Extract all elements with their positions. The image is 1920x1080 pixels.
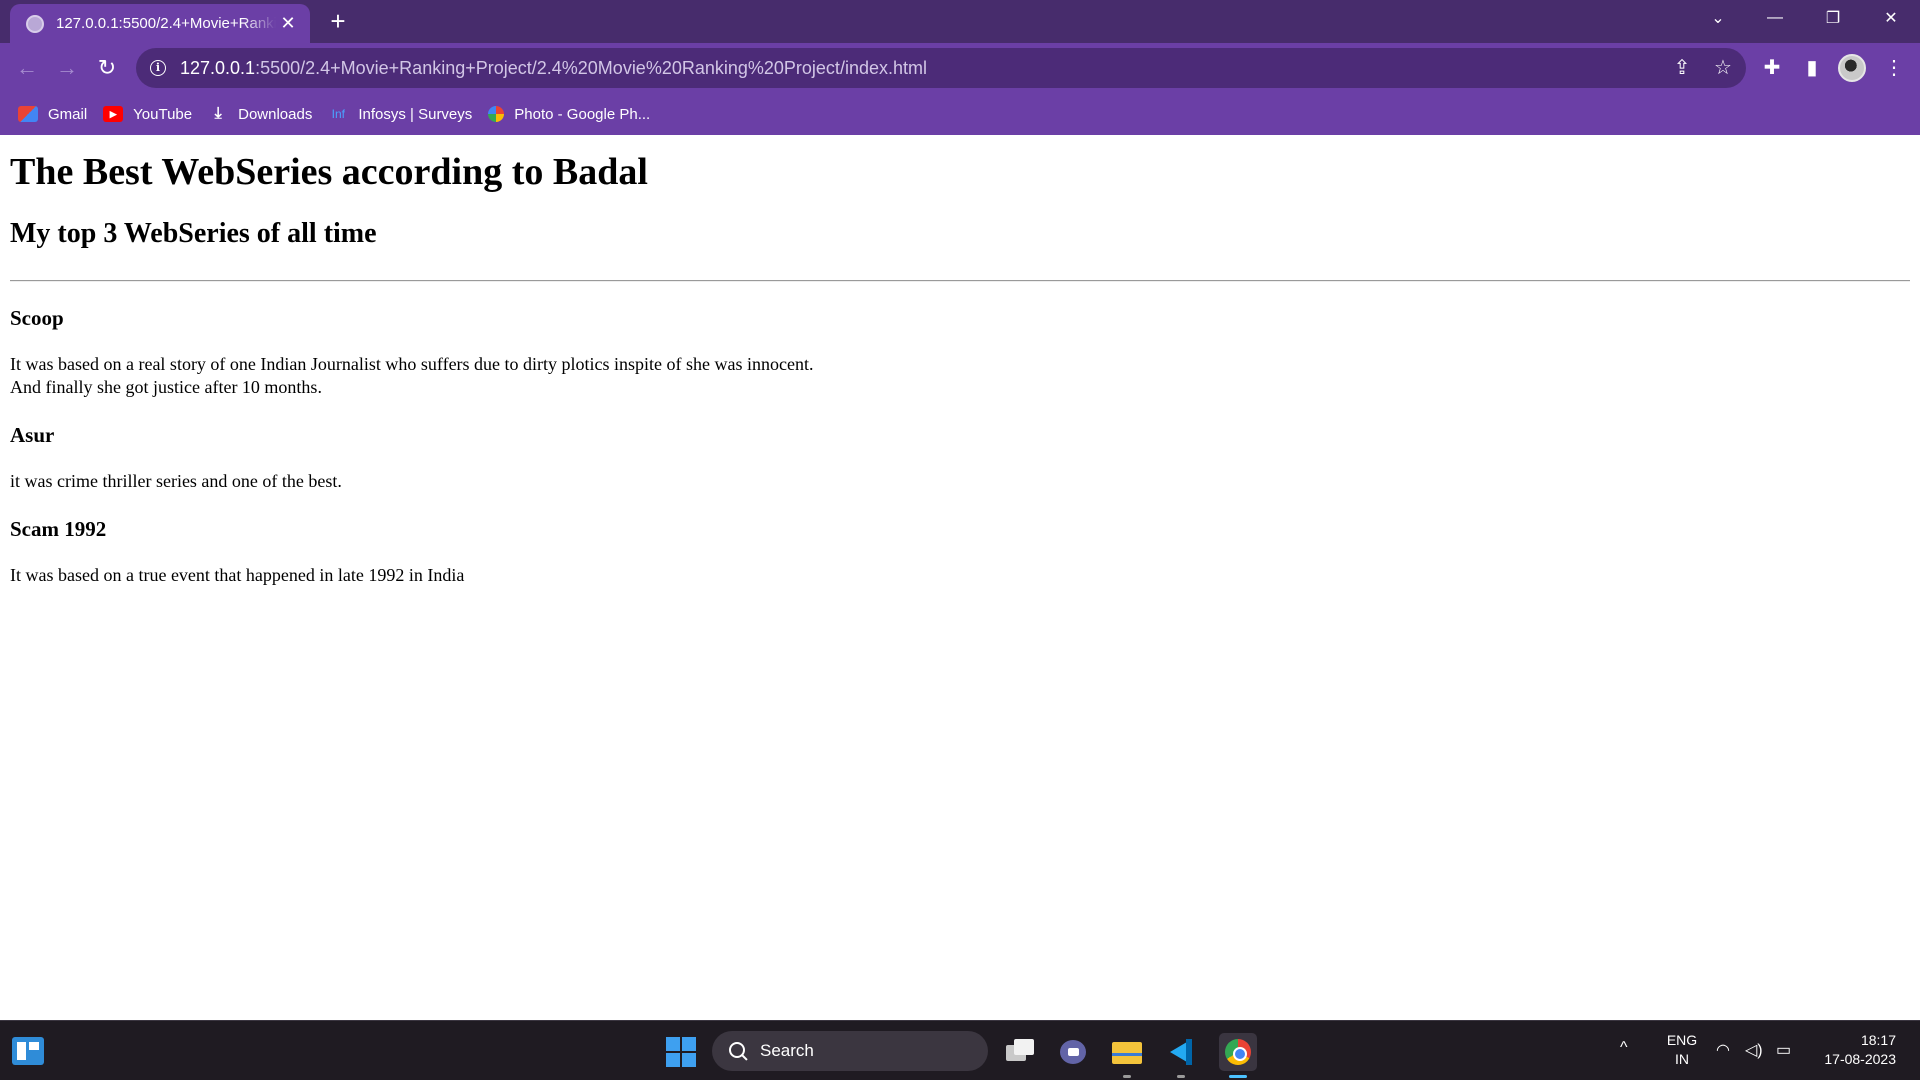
bookmark-google-photos[interactable]: Photo - Google Ph...: [488, 106, 650, 123]
widgets-icon[interactable]: [12, 1037, 44, 1065]
running-indicator: [1123, 1075, 1131, 1078]
profile-avatar[interactable]: [1838, 54, 1866, 82]
bookmark-label: Gmail: [48, 105, 88, 123]
address-bar[interactable]: i 127.0.0.1:5500/2.4+Movie+Ranking+Proje…: [136, 48, 1746, 88]
wifi-icon[interactable]: ◠: [1716, 1040, 1730, 1060]
bookmark-infosys-surveys[interactable]: Inf Infosys | Surveys: [328, 105, 473, 123]
reload-icon[interactable]: ↻: [92, 53, 122, 83]
series-title-scam-1992: Scam 1992: [10, 517, 107, 541]
volume-icon[interactable]: ◁): [1745, 1040, 1763, 1060]
bookmark-label: Photo - Google Ph...: [514, 105, 651, 123]
task-view-icon[interactable]: [1000, 1033, 1038, 1071]
tab-search-chevron-icon[interactable]: ⌄: [1690, 0, 1746, 36]
youtube-icon: ▶: [103, 106, 124, 122]
series-title-asur: Asur: [10, 423, 55, 447]
bookmark-downloads[interactable]: ⤓ Downloads: [208, 105, 313, 123]
bookmark-gmail[interactable]: Gmail: [18, 106, 87, 123]
windows-start-icon[interactable]: [666, 1037, 696, 1067]
description-line: It was based on a real story of one Indi…: [10, 354, 814, 374]
teams-chat-icon[interactable]: [1054, 1033, 1092, 1071]
url-host: 127.0.0.1: [180, 57, 256, 78]
series-description-scam-1992: It was based on a true event that happen…: [10, 564, 1910, 587]
bookmark-star-icon[interactable]: ☆: [1708, 53, 1738, 83]
browser-toolbar: ← → ↻ i 127.0.0.1:5500/2.4+Movie+Ranking…: [0, 43, 1920, 93]
page-subtitle: My top 3 WebSeries of all time: [10, 218, 377, 249]
side-panel-icon[interactable]: ▮: [1797, 53, 1827, 83]
taskbar: Search ^ ENG IN ◠ ◁) ▭ 18:17 17-08-2023: [0, 1020, 1920, 1080]
globe-icon: [26, 14, 44, 33]
series-description-asur: it was crime thriller series and one of …: [10, 470, 1910, 493]
file-explorer-icon[interactable]: [1108, 1033, 1146, 1071]
gmail-icon: [18, 106, 38, 122]
new-tab-button[interactable]: +: [322, 6, 354, 38]
bookmarks-bar: Gmail ▶ YouTube ⤓ Downloads Inf Infosys …: [0, 93, 1920, 135]
search-label: Search: [760, 1041, 814, 1060]
battery-icon[interactable]: ▭: [1776, 1040, 1791, 1060]
infosys-icon: Inf: [331, 107, 346, 121]
clock-time: 18:17: [1860, 1032, 1896, 1048]
menu-kebab-icon[interactable]: ⋮: [1879, 53, 1909, 83]
show-hidden-icons-chevron-icon[interactable]: ^: [1620, 1039, 1628, 1057]
horizontal-rule: [10, 280, 1910, 282]
forward-arrow-icon[interactable]: →: [52, 53, 82, 83]
active-indicator: [1229, 1075, 1247, 1078]
download-icon: ⤓: [214, 105, 222, 122]
description-line: it was crime thriller series and one of …: [10, 471, 342, 491]
bookmark-label: Infosys | Surveys: [358, 105, 473, 123]
search-icon: [728, 1041, 748, 1061]
page-title: The Best WebSeries according to Badal: [10, 151, 648, 193]
chrome-icon[interactable]: [1219, 1033, 1257, 1071]
input-language[interactable]: ENG IN: [1662, 1031, 1702, 1069]
site-info-icon[interactable]: i: [150, 60, 166, 76]
region-code: IN: [1675, 1051, 1689, 1067]
running-indicator: [1177, 1075, 1185, 1078]
minimize-button[interactable]: —: [1747, 0, 1803, 36]
close-tab-icon[interactable]: ✕: [276, 13, 300, 34]
clock-date: 17-08-2023: [1824, 1051, 1896, 1067]
url-text[interactable]: 127.0.0.1:5500/2.4+Movie+Ranking+Project…: [180, 58, 927, 79]
share-icon[interactable]: ⇪: [1667, 53, 1697, 83]
page-content: The Best WebSeries according to Badal My…: [0, 135, 1920, 1020]
google-photos-icon: [488, 106, 505, 122]
series-description-scoop: It was based on a real story of one Indi…: [10, 353, 1910, 399]
series-title-scoop: Scoop: [10, 306, 64, 330]
system-clock[interactable]: 18:17 17-08-2023: [1806, 1031, 1896, 1069]
bookmark-label: Downloads: [238, 105, 313, 123]
tab-title: 127.0.0.1:5500/2.4+Movie+Ranking+Project…: [56, 15, 276, 32]
bookmark-label: YouTube: [133, 105, 193, 123]
browser-tab-active[interactable]: 127.0.0.1:5500/2.4+Movie+Ranking+Project…: [10, 4, 310, 43]
close-window-button[interactable]: ✕: [1863, 0, 1919, 36]
language-code: ENG: [1666, 1032, 1698, 1048]
description-line: It was based on a true event that happen…: [10, 565, 465, 585]
extensions-puzzle-icon[interactable]: ✚: [1757, 53, 1787, 83]
back-arrow-icon[interactable]: ←: [12, 53, 42, 83]
description-line: And finally she got justice after 10 mon…: [10, 377, 322, 397]
restore-button[interactable]: ❐: [1805, 0, 1861, 36]
vscode-icon[interactable]: [1162, 1033, 1200, 1071]
taskbar-search[interactable]: Search: [712, 1031, 988, 1071]
bookmark-youtube[interactable]: ▶ YouTube: [103, 106, 192, 123]
tab-strip: 127.0.0.1:5500/2.4+Movie+Ranking+Project…: [0, 0, 1920, 43]
url-path: :5500/2.4+Movie+Ranking+Project/2.4%20Mo…: [255, 57, 927, 78]
